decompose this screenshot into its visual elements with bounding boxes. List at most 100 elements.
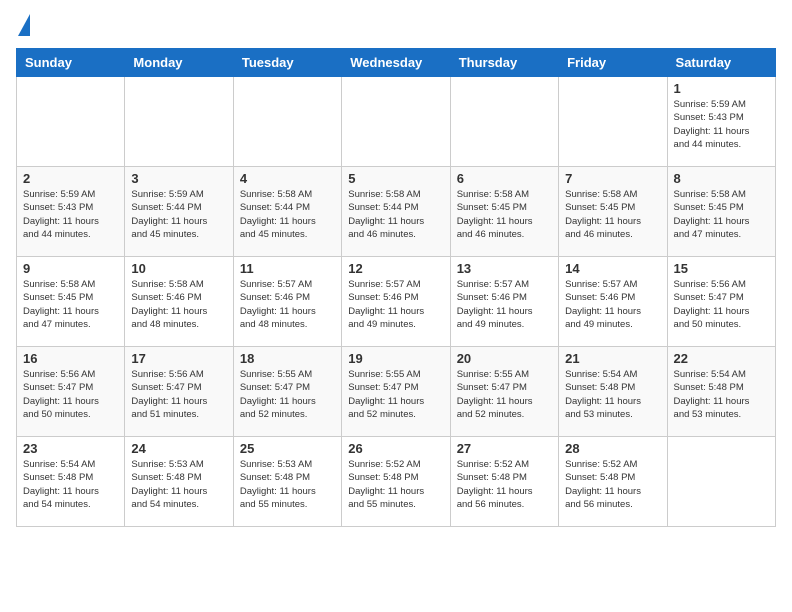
day-info: Sunrise: 5:58 AM Sunset: 5:46 PM Dayligh… xyxy=(131,278,226,331)
day-info: Sunrise: 5:54 AM Sunset: 5:48 PM Dayligh… xyxy=(23,458,118,511)
calendar-cell: 11 Sunrise: 5:57 AM Sunset: 5:46 PM Dayli… xyxy=(233,257,341,347)
calendar-cell: 3 Sunrise: 5:59 AM Sunset: 5:44 PM Daylig… xyxy=(125,167,233,257)
calendar-cell xyxy=(125,77,233,167)
day-number: 8 xyxy=(674,171,769,186)
day-number: 22 xyxy=(674,351,769,366)
col-header-saturday: Saturday xyxy=(667,49,775,77)
day-number: 9 xyxy=(23,261,118,276)
calendar-cell: 15 Sunrise: 5:56 AM Sunset: 5:47 PM Dayli… xyxy=(667,257,775,347)
day-info: Sunrise: 5:54 AM Sunset: 5:48 PM Dayligh… xyxy=(674,368,769,421)
day-number: 21 xyxy=(565,351,660,366)
day-info: Sunrise: 5:54 AM Sunset: 5:48 PM Dayligh… xyxy=(565,368,660,421)
day-number: 6 xyxy=(457,171,552,186)
day-info: Sunrise: 5:59 AM Sunset: 5:44 PM Dayligh… xyxy=(131,188,226,241)
calendar-cell xyxy=(17,77,125,167)
day-number: 1 xyxy=(674,81,769,96)
day-number: 15 xyxy=(674,261,769,276)
calendar-cell xyxy=(450,77,558,167)
calendar-week-5: 23 Sunrise: 5:54 AM Sunset: 5:48 PM Dayli… xyxy=(17,437,776,527)
calendar-cell: 19 Sunrise: 5:55 AM Sunset: 5:47 PM Dayli… xyxy=(342,347,450,437)
day-number: 16 xyxy=(23,351,118,366)
day-info: Sunrise: 5:58 AM Sunset: 5:45 PM Dayligh… xyxy=(565,188,660,241)
calendar-week-1: 1 Sunrise: 5:59 AM Sunset: 5:43 PM Daylig… xyxy=(17,77,776,167)
day-number: 12 xyxy=(348,261,443,276)
calendar-cell xyxy=(233,77,341,167)
calendar-cell: 17 Sunrise: 5:56 AM Sunset: 5:47 PM Dayli… xyxy=(125,347,233,437)
day-info: Sunrise: 5:52 AM Sunset: 5:48 PM Dayligh… xyxy=(565,458,660,511)
calendar-week-3: 9 Sunrise: 5:58 AM Sunset: 5:45 PM Daylig… xyxy=(17,257,776,347)
day-number: 17 xyxy=(131,351,226,366)
day-number: 18 xyxy=(240,351,335,366)
logo xyxy=(16,16,30,36)
day-number: 3 xyxy=(131,171,226,186)
calendar-cell: 8 Sunrise: 5:58 AM Sunset: 5:45 PM Daylig… xyxy=(667,167,775,257)
calendar-cell: 1 Sunrise: 5:59 AM Sunset: 5:43 PM Daylig… xyxy=(667,77,775,167)
day-number: 13 xyxy=(457,261,552,276)
day-info: Sunrise: 5:57 AM Sunset: 5:46 PM Dayligh… xyxy=(457,278,552,331)
page-header xyxy=(16,16,776,36)
day-info: Sunrise: 5:52 AM Sunset: 5:48 PM Dayligh… xyxy=(348,458,443,511)
day-info: Sunrise: 5:56 AM Sunset: 5:47 PM Dayligh… xyxy=(131,368,226,421)
day-number: 26 xyxy=(348,441,443,456)
calendar-cell: 4 Sunrise: 5:58 AM Sunset: 5:44 PM Daylig… xyxy=(233,167,341,257)
day-info: Sunrise: 5:55 AM Sunset: 5:47 PM Dayligh… xyxy=(240,368,335,421)
day-info: Sunrise: 5:59 AM Sunset: 5:43 PM Dayligh… xyxy=(23,188,118,241)
calendar-table: SundayMondayTuesdayWednesdayThursdayFrid… xyxy=(16,48,776,527)
col-header-friday: Friday xyxy=(559,49,667,77)
day-info: Sunrise: 5:57 AM Sunset: 5:46 PM Dayligh… xyxy=(240,278,335,331)
day-info: Sunrise: 5:53 AM Sunset: 5:48 PM Dayligh… xyxy=(240,458,335,511)
calendar-cell: 18 Sunrise: 5:55 AM Sunset: 5:47 PM Dayli… xyxy=(233,347,341,437)
day-number: 14 xyxy=(565,261,660,276)
calendar-cell: 25 Sunrise: 5:53 AM Sunset: 5:48 PM Dayli… xyxy=(233,437,341,527)
calendar-cell: 7 Sunrise: 5:58 AM Sunset: 5:45 PM Daylig… xyxy=(559,167,667,257)
day-info: Sunrise: 5:52 AM Sunset: 5:48 PM Dayligh… xyxy=(457,458,552,511)
calendar-cell: 24 Sunrise: 5:53 AM Sunset: 5:48 PM Dayli… xyxy=(125,437,233,527)
day-number: 7 xyxy=(565,171,660,186)
day-number: 5 xyxy=(348,171,443,186)
day-info: Sunrise: 5:57 AM Sunset: 5:46 PM Dayligh… xyxy=(565,278,660,331)
logo-triangle-icon xyxy=(18,14,30,36)
day-info: Sunrise: 5:58 AM Sunset: 5:45 PM Dayligh… xyxy=(23,278,118,331)
calendar-cell: 10 Sunrise: 5:58 AM Sunset: 5:46 PM Dayli… xyxy=(125,257,233,347)
day-number: 25 xyxy=(240,441,335,456)
calendar-cell xyxy=(559,77,667,167)
day-number: 10 xyxy=(131,261,226,276)
day-number: 20 xyxy=(457,351,552,366)
day-number: 19 xyxy=(348,351,443,366)
calendar-cell xyxy=(342,77,450,167)
day-info: Sunrise: 5:58 AM Sunset: 5:45 PM Dayligh… xyxy=(457,188,552,241)
calendar-cell: 20Sunrise: 5:55 AM Sunset: 5:47 PM Dayli… xyxy=(450,347,558,437)
calendar-cell: 16Sunrise: 5:56 AM Sunset: 5:47 PM Dayli… xyxy=(17,347,125,437)
calendar-header-row: SundayMondayTuesdayWednesdayThursdayFrid… xyxy=(17,49,776,77)
calendar-week-4: 16 Sunrise: 5:56 AM Sunset: 5:47 PM Dayli… xyxy=(17,347,776,437)
col-header-wednesday: Wednesday xyxy=(342,49,450,77)
calendar-cell: 28 Sunrise: 5:52 AM Sunset: 5:48 PM Dayli… xyxy=(559,437,667,527)
day-number: 24 xyxy=(131,441,226,456)
calendar-cell: 12Sunrise: 5:57 AM Sunset: 5:46 PM Dayli… xyxy=(342,257,450,347)
calendar-cell: 5 Sunrise: 5:58 AM Sunset: 5:44 PM Daylig… xyxy=(342,167,450,257)
col-header-thursday: Thursday xyxy=(450,49,558,77)
day-info: Sunrise: 5:56 AM Sunset: 5:47 PM Dayligh… xyxy=(674,278,769,331)
col-header-monday: Monday xyxy=(125,49,233,77)
calendar-cell: 22 Sunrise: 5:54 AM Sunset: 5:48 PM Dayli… xyxy=(667,347,775,437)
day-info: Sunrise: 5:53 AM Sunset: 5:48 PM Dayligh… xyxy=(131,458,226,511)
day-info: Sunrise: 5:58 AM Sunset: 5:44 PM Dayligh… xyxy=(348,188,443,241)
calendar-cell: 9 Sunrise: 5:58 AM Sunset: 5:45 PM Daylig… xyxy=(17,257,125,347)
calendar-cell: 23 Sunrise: 5:54 AM Sunset: 5:48 PM Dayli… xyxy=(17,437,125,527)
calendar-cell: 14 Sunrise: 5:57 AM Sunset: 5:46 PM Dayli… xyxy=(559,257,667,347)
day-info: Sunrise: 5:58 AM Sunset: 5:44 PM Dayligh… xyxy=(240,188,335,241)
day-info: Sunrise: 5:59 AM Sunset: 5:43 PM Dayligh… xyxy=(674,98,769,151)
day-number: 11 xyxy=(240,261,335,276)
day-number: 28 xyxy=(565,441,660,456)
day-number: 23 xyxy=(23,441,118,456)
calendar-cell xyxy=(667,437,775,527)
calendar-cell: 26 Sunrise: 5:52 AM Sunset: 5:48 PM Dayli… xyxy=(342,437,450,527)
day-number: 4 xyxy=(240,171,335,186)
calendar-cell: 21 Sunrise: 5:54 AM Sunset: 5:48 PM Dayli… xyxy=(559,347,667,437)
day-info: Sunrise: 5:55 AM Sunset: 5:47 PM Dayligh… xyxy=(348,368,443,421)
calendar-cell: 6 Sunrise: 5:58 AM Sunset: 5:45 PM Daylig… xyxy=(450,167,558,257)
calendar-week-2: 2Sunrise: 5:59 AM Sunset: 5:43 PM Daylig… xyxy=(17,167,776,257)
day-info: Sunrise: 5:58 AM Sunset: 5:45 PM Dayligh… xyxy=(674,188,769,241)
col-header-tuesday: Tuesday xyxy=(233,49,341,77)
calendar-cell: 2Sunrise: 5:59 AM Sunset: 5:43 PM Daylig… xyxy=(17,167,125,257)
